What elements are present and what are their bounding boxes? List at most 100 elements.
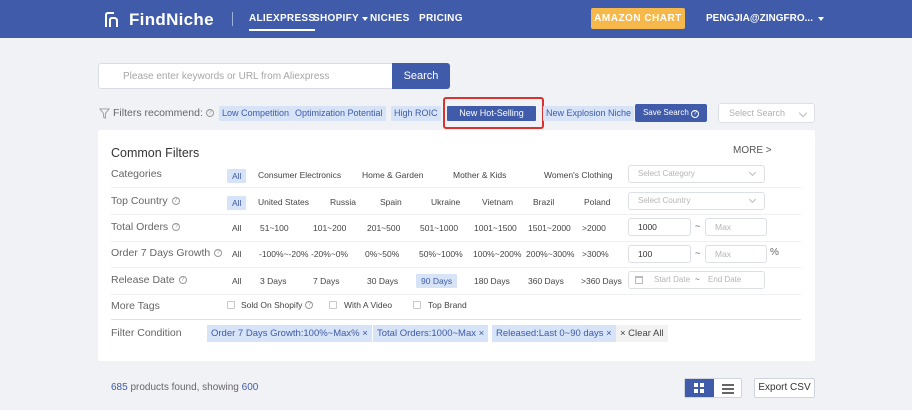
orders-option[interactable]: 1001~1500 — [474, 223, 517, 233]
range-dash: ~ — [695, 248, 701, 258]
orders-all[interactable]: All — [232, 223, 241, 233]
growth-option[interactable]: -100%~-20% — [259, 249, 308, 259]
tag-high-roic[interactable]: High ROIC — [391, 106, 441, 121]
release-option[interactable]: 180 Days — [474, 276, 510, 286]
sold-on-shopify-label: Sold On Shopify? — [241, 300, 314, 310]
growth-all[interactable]: All — [232, 249, 241, 259]
filter-condition-label: Filter Condition — [111, 327, 182, 339]
more-filters-link[interactable]: MORE > — [733, 145, 772, 156]
row-divider — [111, 267, 801, 268]
search-input[interactable] — [98, 63, 392, 89]
country-option[interactable]: Poland — [584, 197, 610, 207]
help-icon[interactable]: ? — [305, 301, 314, 309]
release-all[interactable]: All — [232, 276, 241, 286]
category-select[interactable]: Select Category — [628, 165, 765, 183]
country-option[interactable]: Ukraine — [431, 197, 460, 207]
end-date-input[interactable]: End Date — [708, 272, 741, 288]
release-date-label: Release Date? — [111, 274, 187, 286]
nav-shopify[interactable]: SHOPIFY — [313, 13, 368, 24]
growth-option[interactable]: -20%~0% — [311, 249, 348, 259]
condition-tag-growth[interactable]: Order 7 Days Growth:100%~Max% × — [207, 325, 372, 342]
select-search-dropdown[interactable]: Select Search — [718, 103, 815, 123]
brand-logo[interactable]: FindNiche — [104, 10, 214, 30]
orders-min-input[interactable]: 1000 — [628, 218, 691, 236]
growth-min-input[interactable]: 100 — [628, 245, 691, 263]
category-option[interactable]: Women's Clothing — [544, 170, 613, 180]
with-a-video-checkbox[interactable] — [329, 301, 337, 309]
country-option[interactable]: Vietnam — [482, 197, 513, 207]
panel-title: Common Filters — [111, 146, 200, 160]
orders-max-input[interactable]: Max — [705, 218, 767, 236]
total-orders-label: Total Orders? — [111, 221, 181, 233]
orders-option[interactable]: 201~500 — [367, 223, 400, 233]
user-menu[interactable]: PENGJIA@ZINGFRO... — [706, 13, 824, 24]
nav-divider — [232, 12, 233, 26]
category-option[interactable]: Home & Garden — [362, 170, 423, 180]
release-option[interactable]: 360 Days — [528, 276, 564, 286]
export-csv-button[interactable]: Export CSV — [754, 378, 815, 398]
release-option[interactable]: >360 Days — [581, 276, 622, 286]
with-a-video-label: With A Video — [344, 300, 393, 310]
amazon-chart-button[interactable]: AMAZON CHART — [591, 8, 685, 29]
country-all[interactable]: All — [227, 196, 247, 210]
release-option-selected[interactable]: 90 Days — [416, 274, 458, 288]
sold-on-shopify-checkbox[interactable] — [227, 301, 235, 309]
growth-option[interactable]: >300% — [582, 249, 609, 259]
top-brand-checkbox[interactable] — [413, 301, 421, 309]
country-option[interactable]: Spain — [380, 197, 402, 207]
nav-pricing[interactable]: PRICING — [419, 13, 463, 24]
chevron-down-icon — [748, 195, 757, 204]
tag-optimization-potential[interactable]: Optimization Potential — [292, 106, 386, 121]
row-divider — [111, 214, 801, 215]
orders-option[interactable]: 501~1000 — [420, 223, 458, 233]
brand-name: FindNiche — [129, 10, 214, 29]
nav-niches[interactable]: NICHES — [370, 13, 410, 24]
clear-all-button[interactable]: × Clear All — [616, 325, 668, 342]
orders-option[interactable]: >2000 — [582, 223, 606, 233]
release-option[interactable]: 30 Days — [367, 276, 398, 286]
top-country-label: Top Country? — [111, 195, 180, 207]
orders-option[interactable]: 51~100 — [260, 223, 289, 233]
growth-max-input[interactable]: Max — [705, 245, 767, 263]
percent-unit: % — [770, 247, 779, 258]
help-icon[interactable]: ? — [171, 197, 180, 205]
save-search-button[interactable]: Save Search ? — [635, 104, 707, 122]
tag-low-competition[interactable]: Low Competition — [219, 106, 293, 121]
help-icon[interactable]: ? — [214, 249, 223, 257]
common-filters-panel: Common Filters MORE > Categories All Con… — [98, 130, 815, 361]
release-option[interactable]: 7 Days — [313, 276, 339, 286]
orders-option[interactable]: 101~200 — [313, 223, 346, 233]
highlight-annotation — [443, 97, 544, 129]
condition-tag-orders[interactable]: Total Orders:1000~Max × — [373, 325, 489, 342]
chevron-down-icon — [748, 168, 757, 177]
growth-option[interactable]: 0%~50% — [365, 249, 399, 259]
orders-option[interactable]: 1501~2000 — [528, 223, 571, 233]
row-divider — [111, 294, 801, 295]
funnel-icon — [99, 107, 110, 119]
chevron-down-icon — [798, 108, 808, 118]
row-divider — [111, 241, 801, 242]
growth-option[interactable]: 100%~200% — [473, 249, 521, 259]
country-option[interactable]: Russia — [330, 197, 356, 207]
chevron-down-icon — [362, 16, 368, 21]
nav-aliexpress[interactable]: ALIEXPRESS — [249, 13, 316, 31]
tag-new-explosion-niche[interactable]: New Explosion Niche — [543, 106, 635, 121]
help-icon[interactable]: ? — [178, 276, 187, 284]
country-select[interactable]: Select Country — [628, 192, 765, 210]
growth-option[interactable]: 50%~100% — [419, 249, 463, 259]
category-option[interactable]: Mother & Kids — [453, 170, 506, 180]
category-option[interactable]: Consumer Electronics — [258, 170, 341, 180]
release-option[interactable]: 3 Days — [260, 276, 286, 286]
start-date-input[interactable]: Start Date — [654, 272, 690, 288]
condition-tag-released[interactable]: Released:Last 0~90 days × — [492, 325, 616, 342]
top-brand-label: Top Brand — [428, 300, 467, 310]
grid-view-icon[interactable] — [685, 379, 714, 397]
date-range-picker[interactable]: Start Date ~ End Date — [628, 271, 765, 289]
category-all[interactable]: All — [227, 169, 247, 183]
country-option[interactable]: Brazil — [533, 197, 554, 207]
help-icon[interactable]: ? — [205, 109, 214, 117]
search-button[interactable]: Search — [392, 63, 450, 89]
help-icon[interactable]: ? — [172, 223, 181, 231]
growth-option[interactable]: 200%~300% — [526, 249, 574, 259]
country-option[interactable]: United States — [258, 197, 309, 207]
